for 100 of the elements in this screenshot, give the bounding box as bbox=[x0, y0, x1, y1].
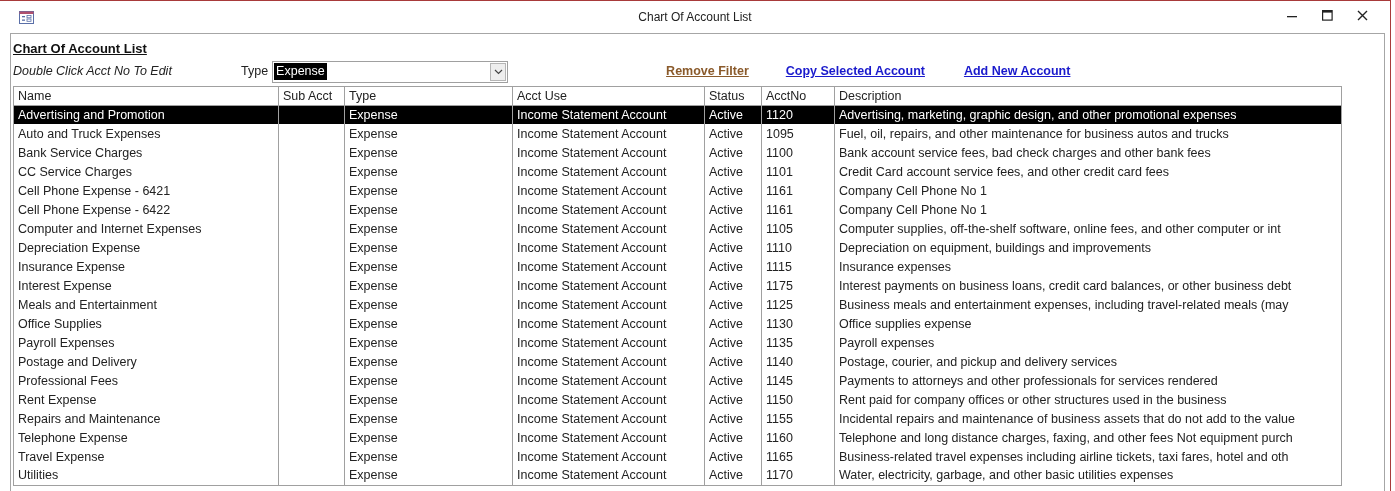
table-cell: Expense bbox=[349, 316, 398, 331]
table-cell: 1100 bbox=[766, 145, 793, 160]
table-cell: Expense bbox=[349, 183, 398, 198]
table-cell: 1140 bbox=[766, 354, 793, 369]
table-cell: Income Statement Account bbox=[517, 202, 667, 217]
table-cell: Office supplies expense bbox=[839, 316, 972, 331]
table-row[interactable]: Professional Fees Expense Income Statement Account Active 1145 Payments to attorneys and other professionals for services rendered bbox=[13, 371, 1342, 390]
table-cell: Expense bbox=[349, 392, 398, 407]
table-row[interactable]: Rent Expense Expense Income Statement Account Active 1150 Rent paid for company offices or other structures used in the business bbox=[13, 390, 1342, 409]
table-row[interactable]: Meals and Entertainment Expense Income Statement Account Active 1125 Business meals and entertainment expenses, including travel-related meals (may bbox=[13, 295, 1342, 314]
column-header[interactable]: Acct Use bbox=[512, 86, 705, 105]
column-header[interactable]: Sub Acct bbox=[278, 86, 345, 105]
column-header[interactable]: Description bbox=[834, 86, 1342, 105]
table-cell: Active bbox=[709, 221, 744, 236]
table-cell: Insurance expenses bbox=[839, 259, 951, 274]
table-row[interactable]: Cell Phone Expense - 6421 Expense Income Statement Account Active 1161 Company Cell Phone No 1 bbox=[13, 181, 1342, 200]
table-cell: 1125 bbox=[766, 297, 793, 312]
table-cell: Payroll Expenses bbox=[18, 335, 115, 350]
table-cell: Company Cell Phone No 1 bbox=[839, 183, 987, 198]
table-cell: Expense bbox=[349, 468, 398, 483]
column-header[interactable]: Type bbox=[344, 86, 513, 105]
link[interactable]: Copy Selected Account bbox=[785, 62, 925, 81]
table-cell: Business-related travel expenses including airline tickets, taxi fares, hotel and oth bbox=[839, 449, 1289, 464]
chevron-down-icon bbox=[493, 68, 503, 75]
table-cell: Income Statement Account bbox=[517, 259, 667, 274]
table-cell: Income Statement Account bbox=[517, 354, 667, 369]
table-row[interactable]: Auto and Truck Expenses Expense Income Statement Account Active 1095 Fuel, oil, repairs, and other maintenance for business autos and trucks bbox=[13, 124, 1342, 143]
table-cell: Income Statement Account bbox=[517, 411, 667, 426]
table-cell: 1101 bbox=[766, 164, 793, 179]
hint-text: Double Click Acct No To Edit bbox=[13, 63, 174, 81]
table-row[interactable]: Postage and Delivery Expense Income Statement Account Active 1140 Postage, courier, and pickup and delivery services bbox=[13, 352, 1342, 371]
table-row[interactable]: Insurance Expense Expense Income Statement Account Active 1115 Insurance expenses bbox=[13, 257, 1342, 276]
dropdown-button[interactable] bbox=[490, 62, 507, 81]
table-cell: Cell Phone Expense - 6421 bbox=[18, 183, 171, 198]
table-cell: Income Statement Account bbox=[517, 107, 667, 122]
type-dropdown[interactable]: Expense bbox=[272, 60, 509, 83]
table-row[interactable]: Payroll Expenses Expense Income Statement Account Active 1135 Payroll expenses bbox=[13, 333, 1342, 352]
table-cell: Expense bbox=[349, 373, 398, 388]
table-row[interactable]: Telephone Expense Expense Income Statement Account Active 1160 Telephone and long distance charges, faxing, and other fees Not equipment purch bbox=[13, 428, 1342, 447]
table-cell: Income Statement Account bbox=[517, 468, 667, 483]
table-cell: Telephone Expense bbox=[18, 430, 128, 445]
table-cell: 1161 bbox=[766, 183, 793, 198]
table-cell: Active bbox=[709, 240, 744, 255]
table-row[interactable]: Bank Service Charges Expense Income Statement Account Active 1100 Bank account service fees, bad check charges and other bank fees bbox=[13, 143, 1342, 162]
table-row[interactable]: Office Supplies Expense Income Statement Account Active 1130 Office supplies expense bbox=[13, 314, 1342, 333]
table-cell: Expense bbox=[349, 240, 398, 255]
table-cell: Rent Expense bbox=[18, 392, 97, 407]
link[interactable]: Add New Account bbox=[963, 62, 1071, 81]
table-row[interactable]: Depreciation Expense Expense Income Statement Account Active 1110 Depreciation on equipment, buildings and improvements bbox=[13, 238, 1342, 257]
table-cell: Expense bbox=[349, 126, 398, 141]
table-cell: Income Statement Account bbox=[517, 126, 667, 141]
close-icon[interactable] bbox=[1357, 10, 1368, 21]
table-cell: 1155 bbox=[766, 411, 793, 426]
table-cell: Expense bbox=[349, 335, 398, 350]
table-cell: Water, electricity, garbage, and other basic utilities expenses bbox=[839, 468, 1174, 483]
table-cell: 1145 bbox=[766, 373, 793, 388]
link[interactable]: Remove Filter bbox=[666, 62, 749, 81]
table-cell: Auto and Truck Expenses bbox=[18, 126, 161, 141]
table-cell: Professional Fees bbox=[18, 373, 119, 388]
table-row[interactable]: Travel Expense Expense Income Statement Account Active 1165 Business-related travel expenses including airline tickets, taxi fares, hotel and oth bbox=[13, 447, 1342, 466]
table-cell: Active bbox=[709, 202, 744, 217]
table-row[interactable]: Cell Phone Expense - 6422 Expense Income Statement Account Active 1161 Company Cell Phone No 1 bbox=[13, 200, 1342, 219]
table-cell: Income Statement Account bbox=[517, 183, 667, 198]
table-cell: Telephone and long distance charges, faxing, and other fees Not equipment purch bbox=[839, 430, 1293, 445]
table-cell: Income Statement Account bbox=[517, 164, 667, 179]
table-cell: Bank account service fees, bad check charges and other bank fees bbox=[839, 145, 1211, 160]
table-cell: Income Statement Account bbox=[517, 430, 667, 445]
column-header[interactable]: Name bbox=[13, 86, 279, 105]
table-row[interactable]: Computer and Internet Expenses Expense Income Statement Account Active 1105 Computer supplies, off-the-shelf software, online fees, and other computer or int bbox=[13, 219, 1342, 238]
column-header[interactable]: AcctNo bbox=[761, 86, 835, 105]
table-cell: 1110 bbox=[766, 240, 792, 255]
table-cell: 1095 bbox=[766, 126, 794, 141]
table-cell: Advertising, marketing, graphic design, and other promotional expenses bbox=[839, 107, 1237, 122]
table-cell: Expense bbox=[349, 145, 398, 160]
table-row[interactable]: Utilities Expense Income Statement Account Active 1170 Water, electricity, garbage, and other basic utilities expenses bbox=[13, 466, 1342, 485]
table-cell: Income Statement Account bbox=[517, 221, 667, 236]
table-cell: Expense bbox=[349, 297, 398, 312]
table-cell: Depreciation Expense bbox=[18, 240, 141, 255]
table-cell: Postage, courier, and pickup and delivery services bbox=[839, 354, 1117, 369]
table-cell: Active bbox=[709, 449, 744, 464]
maximize-icon[interactable] bbox=[1322, 10, 1333, 21]
table-cell: 1165 bbox=[766, 449, 793, 464]
table-cell: 1115 bbox=[766, 259, 792, 274]
table-cell: Expense bbox=[349, 449, 398, 464]
table-cell: Insurance Expense bbox=[18, 259, 125, 274]
table-row[interactable]: Interest Expense Expense Income Statement Account Active 1175 Interest payments on business loans, credit card balances, or other business debt bbox=[13, 276, 1342, 295]
table-cell: Expense bbox=[349, 430, 398, 445]
table-cell: Fuel, oil, repairs, and other maintenance for business autos and trucks bbox=[839, 126, 1229, 141]
column-header[interactable]: Status bbox=[704, 86, 762, 105]
table-cell: Active bbox=[709, 278, 744, 293]
table-cell: Expense bbox=[349, 107, 398, 122]
table-cell: Income Statement Account bbox=[517, 316, 667, 331]
table-row[interactable]: Repairs and Maintenance Expense Income Statement Account Active 1155 Incidental repairs and maintenance of business assets that do not add to the value bbox=[13, 409, 1342, 428]
table-cell: CC Service Charges bbox=[18, 164, 132, 179]
table-cell: Active bbox=[709, 411, 744, 426]
table-cell: Expense bbox=[349, 259, 398, 274]
table-row[interactable]: CC Service Charges Expense Income Statement Account Active 1101 Credit Card account service fees, and other credit card fees bbox=[13, 162, 1342, 181]
window-title: Chart Of Account List bbox=[638, 9, 752, 26]
table-cell: Active bbox=[709, 183, 744, 198]
table-cell: Interest Expense bbox=[18, 278, 112, 293]
